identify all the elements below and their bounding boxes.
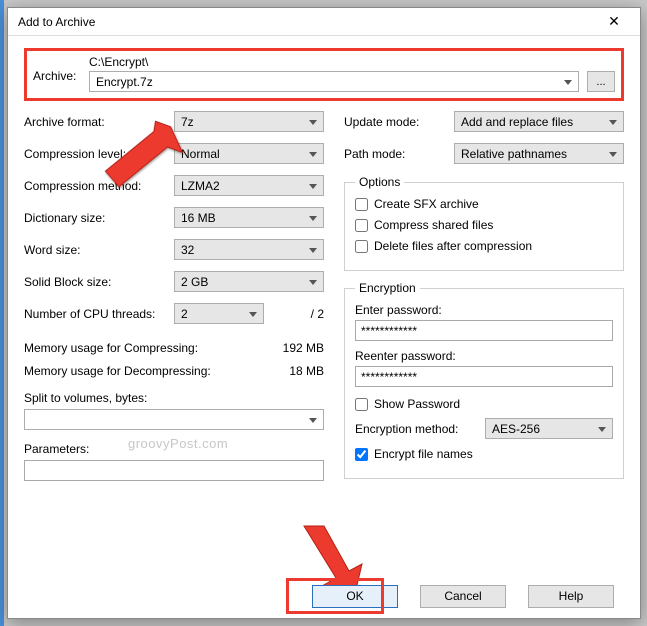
window-title: Add to Archive bbox=[18, 15, 594, 29]
dialog-window: Add to Archive ✕ Archive: C:\Encrypt\ En… bbox=[7, 7, 641, 619]
titlebar[interactable]: Add to Archive ✕ bbox=[8, 8, 640, 36]
mem-decompress-value: 18 MB bbox=[264, 364, 324, 378]
threads-select[interactable]: 2 bbox=[174, 303, 264, 324]
show-password-label: Show Password bbox=[374, 397, 460, 411]
shared-checkbox[interactable] bbox=[355, 219, 368, 232]
dictionary-select[interactable]: 16 MB bbox=[174, 207, 324, 228]
block-select[interactable]: 2 GB bbox=[174, 271, 324, 292]
delete-checkbox[interactable] bbox=[355, 240, 368, 253]
compression-method-select[interactable]: LZMA2 bbox=[174, 175, 324, 196]
split-label: Split to volumes, bytes: bbox=[24, 391, 324, 405]
update-mode-select[interactable]: Add and replace files bbox=[454, 111, 624, 132]
mem-compress-label: Memory usage for Compressing: bbox=[24, 341, 264, 355]
compression-method-label: Compression method: bbox=[24, 179, 174, 193]
split-select[interactable] bbox=[24, 409, 324, 430]
compression-level-label: Compression level: bbox=[24, 147, 174, 161]
encrypt-names-label: Encrypt file names bbox=[374, 447, 473, 461]
mem-compress-value: 192 MB bbox=[264, 341, 324, 355]
reenter-password-label: Reenter password: bbox=[355, 349, 613, 363]
archive-highlight: Archive: C:\Encrypt\ Encrypt.7z ... bbox=[24, 48, 624, 101]
threads-label: Number of CPU threads: bbox=[24, 307, 174, 321]
archive-path: C:\Encrypt\ bbox=[89, 55, 615, 71]
update-mode-label: Update mode: bbox=[344, 115, 454, 129]
enc-method-select[interactable]: AES-256 bbox=[485, 418, 613, 439]
enc-method-label: Encryption method: bbox=[355, 422, 485, 436]
archive-filename-input[interactable]: Encrypt.7z bbox=[89, 71, 579, 92]
mem-decompress-label: Memory usage for Decompressing: bbox=[24, 364, 264, 378]
ok-button[interactable]: OK bbox=[312, 585, 398, 608]
sfx-checkbox[interactable] bbox=[355, 198, 368, 211]
params-input[interactable] bbox=[24, 460, 324, 481]
params-label: Parameters: bbox=[24, 442, 324, 456]
options-legend: Options bbox=[355, 175, 404, 189]
enter-password-label: Enter password: bbox=[355, 303, 613, 317]
cancel-button[interactable]: Cancel bbox=[420, 585, 506, 608]
path-mode-label: Path mode: bbox=[344, 147, 454, 161]
path-mode-select[interactable]: Relative pathnames bbox=[454, 143, 624, 164]
dictionary-label: Dictionary size: bbox=[24, 211, 174, 225]
word-label: Word size: bbox=[24, 243, 174, 257]
sfx-label: Create SFX archive bbox=[374, 197, 479, 211]
format-label: Archive format: bbox=[24, 115, 174, 129]
encryption-legend: Encryption bbox=[355, 281, 420, 295]
options-group: Options Create SFX archive Compress shar… bbox=[344, 175, 624, 271]
encrypt-names-checkbox[interactable] bbox=[355, 448, 368, 461]
encryption-group: Encryption Enter password: Reenter passw… bbox=[344, 281, 624, 479]
threads-total: / 2 bbox=[311, 307, 324, 321]
button-bar: OK Cancel Help bbox=[8, 574, 640, 618]
reenter-password-input[interactable] bbox=[355, 366, 613, 387]
shared-label: Compress shared files bbox=[374, 218, 493, 232]
compression-level-select[interactable]: Normal bbox=[174, 143, 324, 164]
enter-password-input[interactable] bbox=[355, 320, 613, 341]
help-button[interactable]: Help bbox=[528, 585, 614, 608]
browse-button[interactable]: ... bbox=[587, 71, 615, 92]
format-select[interactable]: 7z bbox=[174, 111, 324, 132]
archive-label: Archive: bbox=[33, 55, 89, 83]
delete-label: Delete files after compression bbox=[374, 239, 532, 253]
show-password-checkbox[interactable] bbox=[355, 398, 368, 411]
block-label: Solid Block size: bbox=[24, 275, 174, 289]
close-icon[interactable]: ✕ bbox=[594, 10, 634, 34]
word-select[interactable]: 32 bbox=[174, 239, 324, 260]
